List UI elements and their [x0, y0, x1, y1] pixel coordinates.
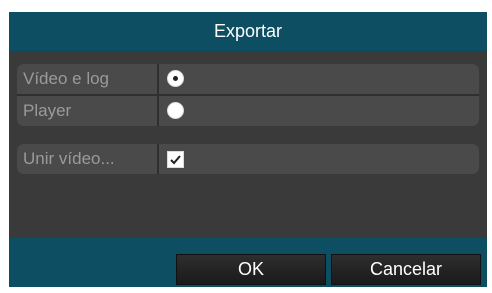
option-label-player: Player	[23, 101, 72, 120]
cancel-button[interactable]: Cancelar	[331, 254, 481, 285]
dialog-content: Vídeo e log Player Unir vídeo...	[9, 51, 487, 238]
option-row-merge-video[interactable]: Unir vídeo...	[17, 144, 479, 174]
option-row-video-log[interactable]: Vídeo e log	[17, 64, 479, 94]
ok-button[interactable]: OK	[176, 254, 326, 285]
export-type-group: Vídeo e log Player	[17, 64, 479, 126]
merge-video-group: Unir vídeo...	[17, 144, 479, 174]
option-label-video-log: Vídeo e log	[23, 69, 110, 88]
radio-player[interactable]	[167, 102, 184, 119]
export-dialog: Exportar Vídeo e log Player Unir vídeo..…	[9, 12, 487, 287]
option-label-merge-video: Unir vídeo...	[23, 149, 115, 168]
dialog-title: Exportar	[213, 21, 283, 41]
option-row-player[interactable]: Player	[17, 96, 479, 126]
column-divider	[157, 144, 159, 174]
dialog-title-bar: Exportar	[9, 12, 487, 51]
checkbox-merge-video[interactable]	[167, 151, 184, 168]
radio-selected-dot	[173, 76, 178, 81]
column-divider	[157, 64, 159, 94]
radio-video-log[interactable]	[167, 70, 184, 87]
dialog-footer: OK Cancelar	[9, 238, 487, 287]
column-divider	[157, 96, 159, 126]
checkmark-icon	[170, 155, 181, 165]
